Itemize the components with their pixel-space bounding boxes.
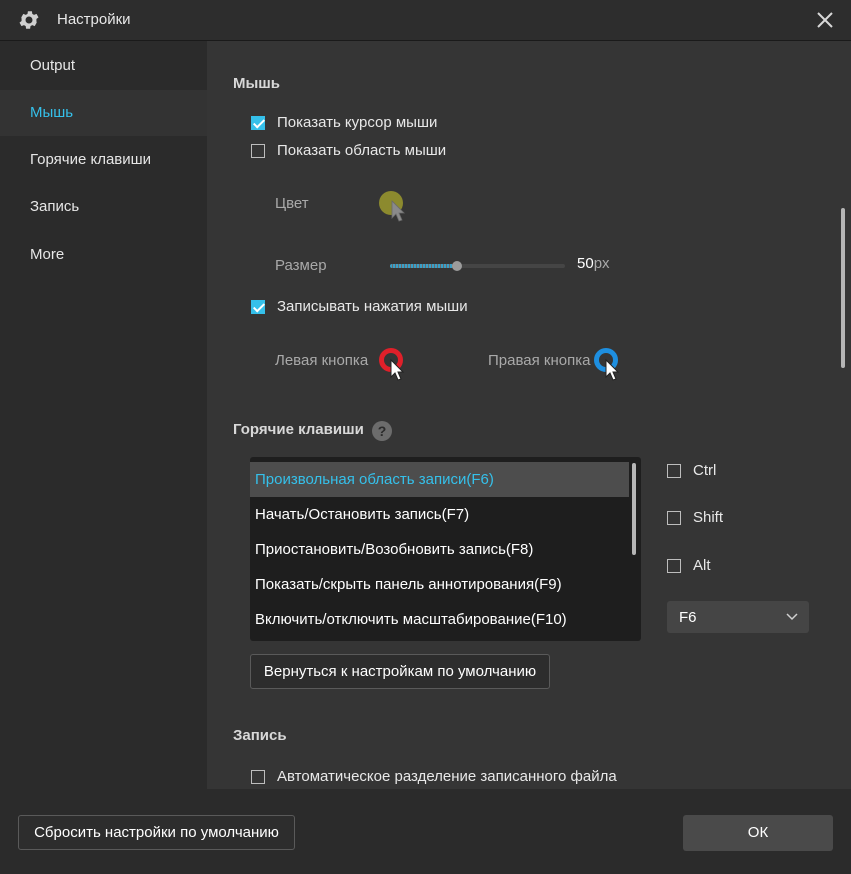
size-unit: px: [593, 255, 610, 272]
checkbox-label: Автоматическое разделение записанного фа…: [277, 768, 617, 785]
checkbox-box[interactable]: [251, 116, 265, 130]
sidebar-item-label: More: [30, 246, 65, 263]
color-label: Цвет: [275, 195, 309, 212]
section-title-mouse: Мышь: [233, 75, 281, 92]
checkbox-box[interactable]: [667, 511, 681, 525]
hotkey-item[interactable]: Произвольная область записи(F6): [250, 462, 629, 497]
reset-all-button[interactable]: Сбросить настройки по умолчанию: [18, 815, 295, 850]
footer: Сбросить настройки по умолчанию ОК: [0, 789, 851, 874]
section-title-record: Запись: [233, 727, 287, 744]
size-label: Размер: [275, 257, 327, 274]
checkbox-box[interactable]: [251, 144, 265, 158]
size-slider-fill: [390, 264, 457, 268]
checkbox-box[interactable]: [667, 559, 681, 573]
sidebar-item-hotkeys[interactable]: Горячие клавиши: [0, 137, 207, 183]
left-button-label: Левая кнопка: [275, 352, 369, 369]
gear-icon: [19, 11, 39, 29]
section-title-hotkeys: Горячие клавиши: [233, 421, 364, 438]
cursor-color-picker[interactable]: [379, 191, 411, 225]
right-click-color-picker[interactable]: [594, 347, 626, 383]
sidebar-item-output[interactable]: Output: [0, 43, 207, 89]
hotkey-item[interactable]: Показать/скрыть панель аннотирования(F9): [250, 567, 629, 602]
settings-content: Мышь Показать курсор мыши Показать облас…: [207, 41, 851, 789]
content-scrollbar[interactable]: [841, 208, 845, 368]
reset-hotkeys-button[interactable]: Вернуться к настройкам по умолчанию: [250, 654, 550, 689]
hotkey-label: Произвольная область записи(F6): [255, 471, 494, 488]
checkbox-label: Shift: [693, 509, 724, 526]
checkbox-box[interactable]: [251, 300, 265, 314]
sidebar-item-label: Горячие клавиши: [30, 151, 152, 168]
hotkey-label: Включить/отключить масштабирование(F10): [255, 611, 567, 628]
checkbox-label: Показать область мыши: [277, 142, 447, 159]
sidebar-item-record[interactable]: Запись: [0, 184, 207, 230]
title-bar: Настройки: [0, 0, 851, 41]
checkbox-box[interactable]: [667, 464, 681, 478]
size-slider-handle[interactable]: [451, 261, 462, 271]
size-number: 50: [577, 255, 594, 272]
checkbox-label: Записывать нажатия мыши: [277, 298, 468, 315]
checkbox-label: Показать курсор мыши: [277, 114, 438, 131]
sidebar-item-label: Мышь: [30, 104, 74, 121]
checkbox-box[interactable]: [251, 770, 265, 784]
sidebar-item-label: Output: [30, 57, 76, 74]
hotkey-label: Показать/скрыть панель аннотирования(F9): [255, 576, 562, 593]
chevron-down-icon: [786, 613, 798, 621]
hotkey-label: Приостановить/Возобновить запись(F8): [255, 541, 534, 558]
hotkey-key-select[interactable]: F6: [667, 601, 809, 633]
ok-button[interactable]: ОК: [683, 815, 833, 851]
sidebar-item-more[interactable]: More: [0, 232, 207, 278]
help-icon[interactable]: ?: [372, 421, 392, 441]
size-value: 50px: [577, 255, 610, 272]
hotkey-item[interactable]: Приостановить/Возобновить запись(F8): [250, 532, 629, 567]
close-icon[interactable]: [814, 9, 836, 31]
window-title: Настройки: [57, 11, 131, 28]
hotkey-list-scrollbar[interactable]: [632, 463, 636, 555]
checkbox-label: Ctrl: [693, 462, 717, 479]
sidebar-item-label: Запись: [30, 198, 80, 215]
hotkey-item[interactable]: Начать/Остановить запись(F7): [250, 497, 629, 532]
hotkey-label: Начать/Остановить запись(F7): [255, 506, 470, 523]
sidebar: Output Мышь Горячие клавиши Запись More: [0, 41, 207, 789]
hotkey-item[interactable]: Включить/отключить масштабирование(F10): [250, 602, 629, 637]
checkbox-label: Alt: [693, 557, 711, 574]
right-button-label: Правая кнопка: [488, 352, 591, 369]
hotkey-key-value: F6: [679, 609, 697, 626]
left-click-color-picker[interactable]: [379, 347, 411, 383]
size-slider[interactable]: [390, 261, 565, 271]
sidebar-item-mouse[interactable]: Мышь: [0, 90, 207, 136]
hotkey-list[interactable]: Произвольная область записи(F6) Начать/О…: [250, 457, 641, 641]
